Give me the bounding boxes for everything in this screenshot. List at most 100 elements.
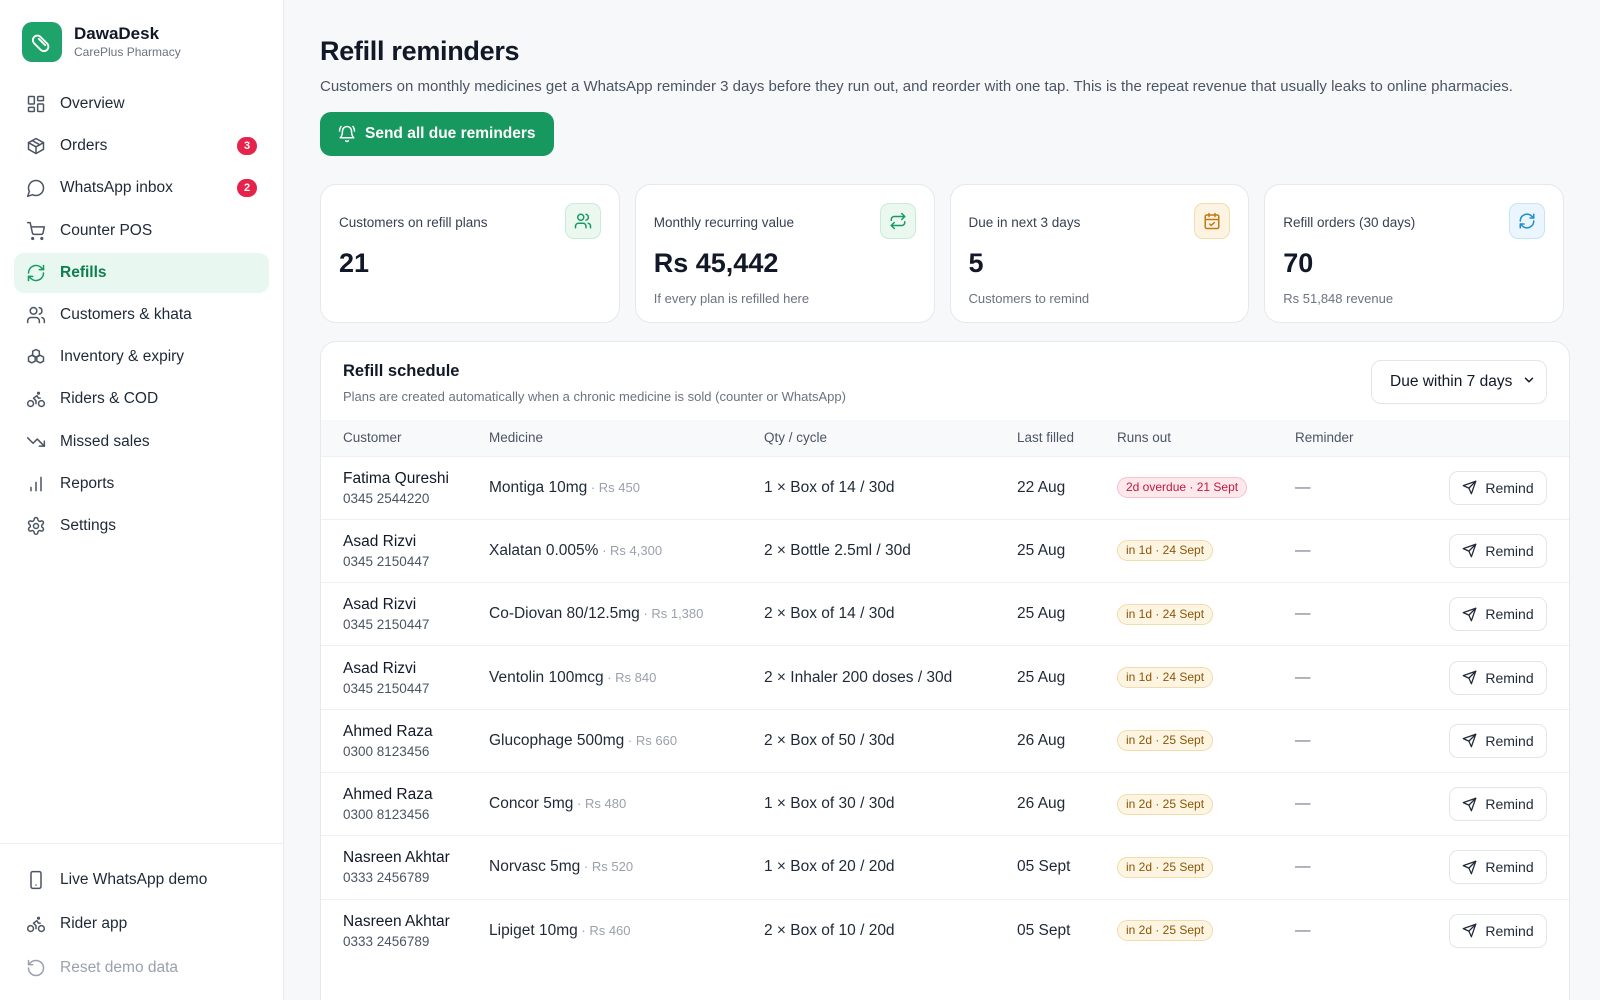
reminder-status: —: [1295, 898, 1415, 963]
medicine-name: Lipiget 10mg: [489, 921, 578, 939]
app-root: DawaDesk CarePlus Pharmacy Overview Order…: [0, 0, 1600, 1000]
customer-name: Ahmed Raza: [343, 786, 433, 804]
send-all-reminders-label: Send all due reminders: [365, 125, 536, 142]
sidebar-item-label: Customers & khata: [60, 305, 192, 323]
sidebar-item-customers-khata[interactable]: Customers & khata: [14, 295, 269, 335]
trend-down-icon: [26, 432, 46, 452]
send-icon: [1462, 480, 1477, 495]
runs-out-badge: in 1d · 24 Sept: [1117, 540, 1214, 562]
stat-subtext: Customers to remind: [968, 291, 1090, 306]
customer-phone: 0333 2456789: [343, 870, 430, 886]
table-row: Asad Rizvi 0345 2150447 Ventolin 100mcg · …: [321, 645, 1569, 710]
sidebar-item-counter-pos[interactable]: Counter POS: [14, 211, 269, 251]
sidebar-item-reports[interactable]: Reports: [14, 464, 269, 504]
sidebar-item-refills[interactable]: Refills: [14, 252, 269, 293]
remind-label: Remind: [1485, 796, 1534, 813]
reminder-status: —: [1295, 645, 1415, 710]
remind-button[interactable]: Remind: [1449, 787, 1547, 822]
stats-row: Customers on refill plans 21 Monthly recur…: [320, 184, 1564, 323]
remind-button[interactable]: Remind: [1449, 533, 1547, 568]
qty-cycle: 2 × Bottle 2.5ml / 30d: [764, 518, 1017, 583]
reminder-status: —: [1295, 455, 1415, 520]
sidebar-item-missed-sales[interactable]: Missed sales: [14, 422, 269, 462]
customer-name: Nasreen Akhtar: [343, 912, 450, 930]
send-icon: [1462, 733, 1477, 748]
send-icon: [1462, 670, 1477, 685]
customer-phone: 0300 8123456: [343, 743, 430, 759]
remind-label: Remind: [1485, 542, 1534, 559]
grid-icon: [26, 94, 46, 114]
due-filter-select[interactable]: Due within 7 days: [1371, 360, 1547, 404]
runs-out-badge: in 2d · 25 Sept: [1117, 793, 1214, 815]
medicine-price: Rs 520: [591, 859, 634, 875]
sidebar-item-settings[interactable]: Settings: [14, 506, 269, 546]
remind-button[interactable]: Remind: [1449, 660, 1547, 695]
footer-item-live-whatsapp-demo[interactable]: Live WhatsApp demo: [14, 858, 269, 902]
refill-schedule-panel: Refill schedule Plans are created automa…: [320, 341, 1570, 1000]
medicine-price: Rs 1,380: [651, 606, 704, 622]
footer-item-label: Reset demo data: [60, 959, 179, 976]
sidebar-item-riders-cod[interactable]: Riders & COD: [14, 379, 269, 419]
remind-button[interactable]: Remind: [1449, 470, 1547, 505]
medicine-price: Rs 4,300: [610, 542, 663, 558]
cart-icon: [26, 221, 46, 241]
medicine-price: Rs 840: [615, 669, 657, 685]
send-icon: [1462, 797, 1477, 812]
medicine-name: Montiga 10mg: [489, 478, 588, 496]
box-icon: [26, 136, 46, 156]
remind-button[interactable]: Remind: [1449, 913, 1547, 948]
footer-item-label: Live WhatsApp demo: [60, 871, 208, 888]
stat-label: Due in next 3 days: [968, 215, 1081, 230]
sidebar-item-label: Orders: [60, 137, 108, 155]
reminder-status: —: [1295, 708, 1415, 773]
customer-name: Nasreen Akhtar: [343, 849, 450, 867]
medicine-name: Xalatan 0.005%: [489, 541, 599, 559]
gear-icon: [26, 516, 46, 536]
runs-out-badge: in 2d · 25 Sept: [1117, 730, 1214, 752]
bike-icon: [26, 914, 46, 934]
table-row: Nasreen Akhtar 0333 2456789 Lipiget 10mg ·…: [321, 898, 1569, 963]
stat-value: 21: [339, 248, 370, 278]
medicine-price: Rs 450: [598, 479, 640, 495]
remind-button[interactable]: Remind: [1449, 723, 1547, 758]
stat-card: Due in next 3 days 5 Customers to remind: [949, 184, 1250, 323]
bell-icon: [338, 125, 356, 143]
sidebar-item-inventory-expiry[interactable]: Inventory & expiry: [14, 337, 269, 377]
qty-cycle: 2 × Inhaler 200 doses / 30d: [764, 645, 1017, 710]
table-body: Fatima Qureshi 0345 2544220 Montiga 10mg ·…: [321, 455, 1569, 963]
col-customer: Customer: [343, 430, 402, 446]
last-filled: 25 Aug: [1017, 518, 1117, 583]
send-icon: [1462, 543, 1477, 558]
medicine-price: Rs 480: [585, 796, 627, 812]
footer-item-rider-app[interactable]: Rider app: [14, 902, 269, 946]
table-row: Asad Rizvi 0345 2150447 Xalatan 0.005% · R…: [321, 518, 1569, 583]
sidebar-item-orders[interactable]: Orders 3: [14, 126, 269, 166]
sidebar-item-label: Settings: [60, 516, 117, 534]
sidebar-item-label: Inventory & expiry: [60, 348, 185, 366]
sidebar-item-overview[interactable]: Overview: [14, 84, 269, 124]
table-header-row: Customer Medicine Qty / cycle Last fille…: [321, 420, 1569, 456]
remind-label: Remind: [1485, 732, 1534, 749]
remind-label: Remind: [1485, 922, 1534, 939]
count-badge: 2: [237, 179, 257, 198]
table-row: Ahmed Raza 0300 8123456 Glucophage 500mg ·…: [321, 708, 1569, 773]
bike-icon: [26, 389, 46, 409]
stat-value: 5: [968, 248, 984, 278]
send-icon: [1462, 923, 1477, 938]
footer-item-reset-demo-data[interactable]: Reset demo data: [14, 946, 269, 990]
qty-cycle: 1 × Box of 30 / 30d: [764, 771, 1017, 836]
panel-title: Refill schedule: [343, 362, 460, 380]
brand-name: DawaDesk: [74, 24, 160, 43]
sidebar-item-whatsapp-inbox[interactable]: WhatsApp inbox 2: [14, 168, 269, 208]
remind-button[interactable]: Remind: [1449, 850, 1547, 885]
reminder-status: —: [1295, 518, 1415, 583]
customer-phone: 0300 8123456: [343, 807, 430, 823]
remind-button[interactable]: Remind: [1449, 597, 1547, 632]
medicine-price: Rs 660: [635, 732, 678, 748]
runs-out-badge: in 2d · 25 Sept: [1117, 856, 1214, 878]
remind-label: Remind: [1485, 669, 1534, 686]
send-all-reminders-button[interactable]: Send all due reminders: [320, 112, 554, 156]
col-medicine: Medicine: [489, 430, 544, 446]
remind-label: Remind: [1485, 606, 1534, 623]
remind-label: Remind: [1485, 859, 1534, 876]
